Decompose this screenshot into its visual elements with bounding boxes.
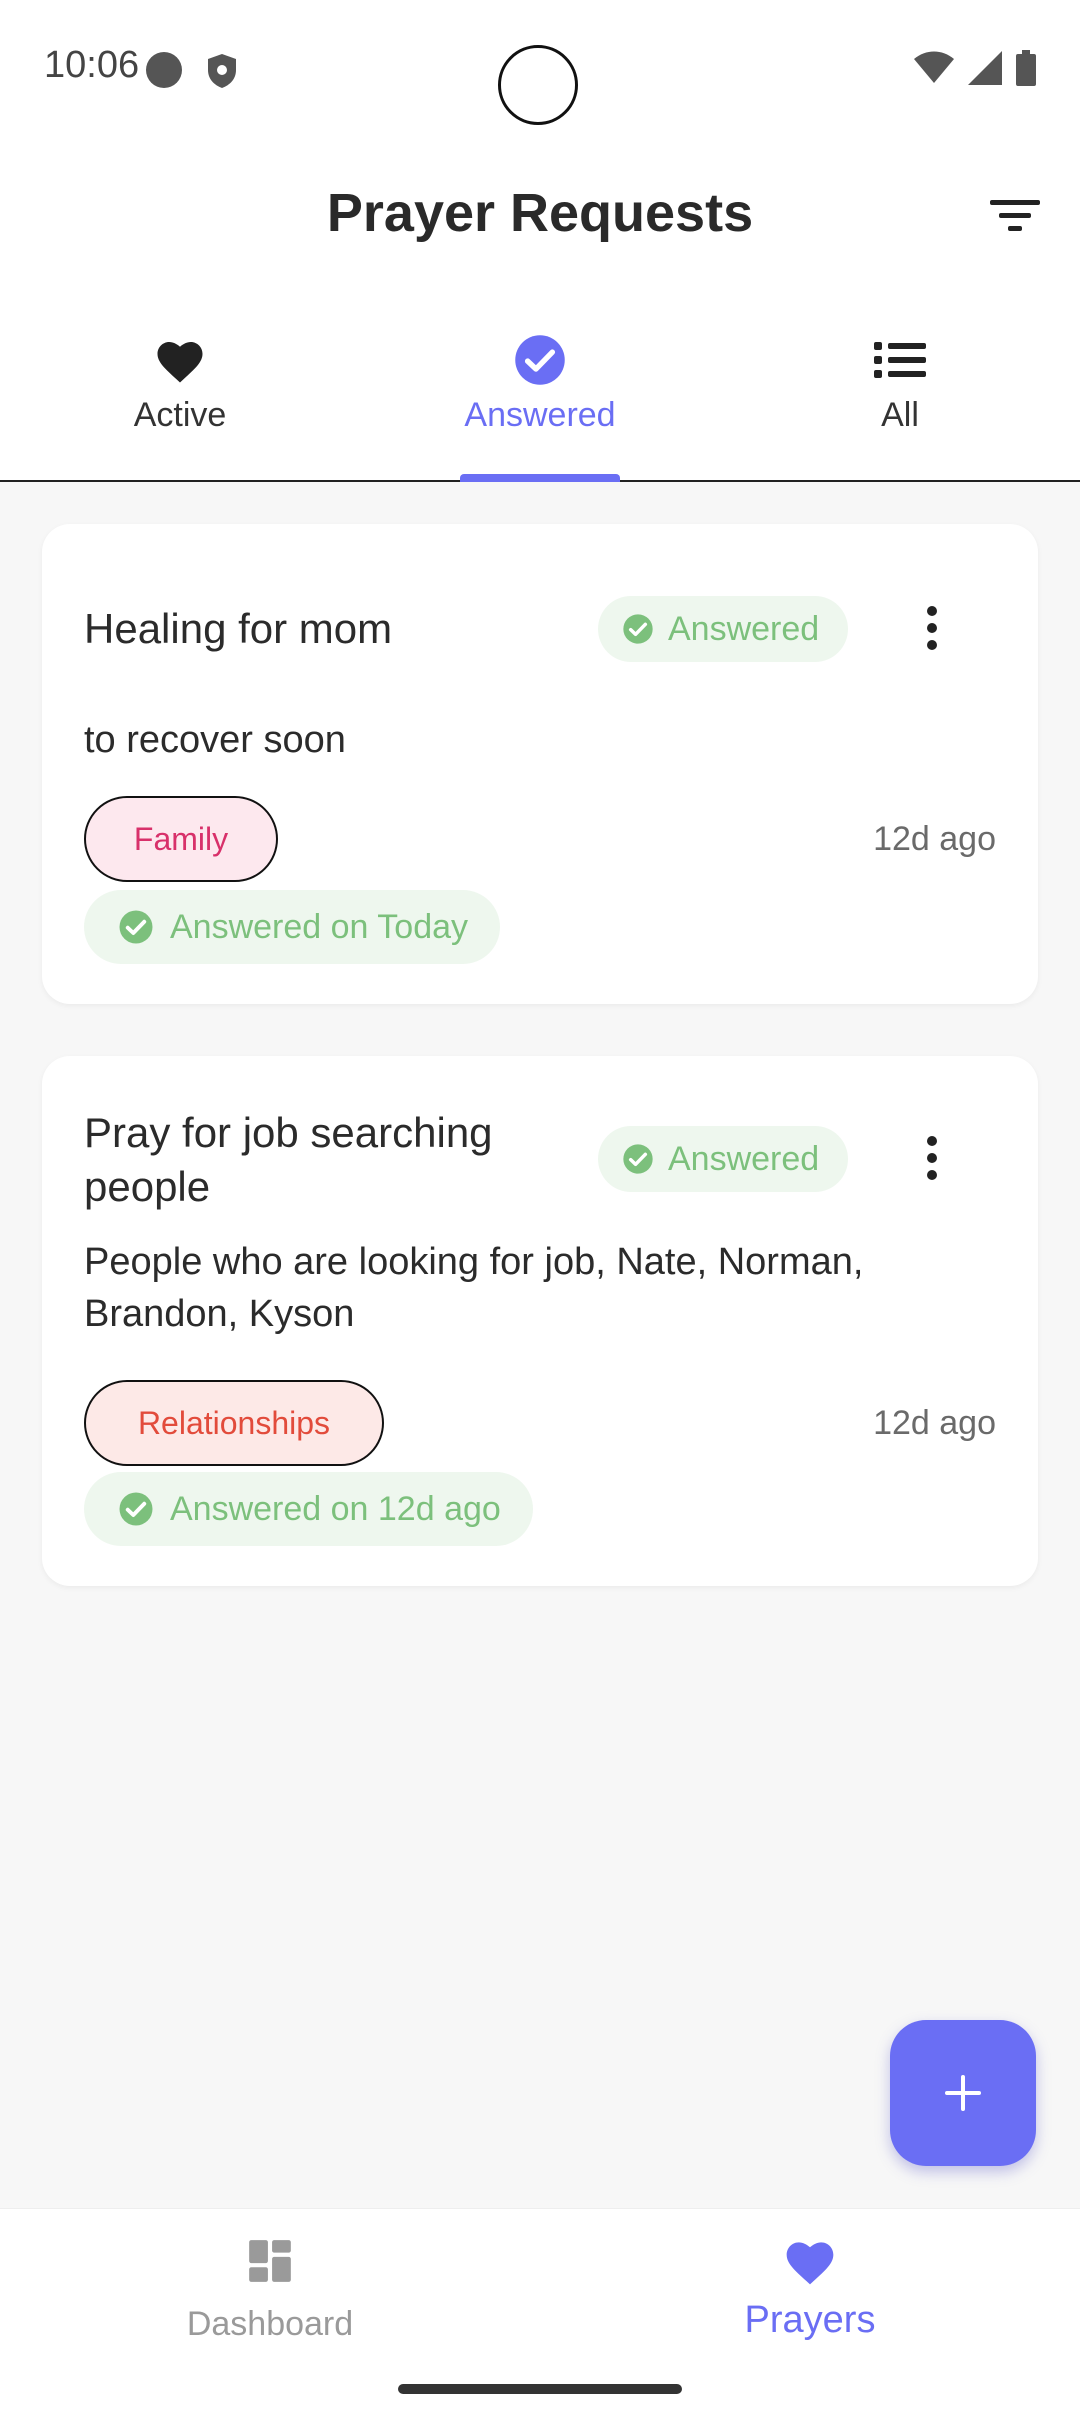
status-badge-label: Answered [668,1139,820,1178]
answered-on-badge: Answered on Today [84,890,501,964]
more-vert-icon [927,606,937,616]
status-badge: Answered [598,1126,848,1192]
nav-dashboard[interactable]: Dashboard [0,2209,540,2359]
heart-icon [786,2242,834,2285]
page-title: Prayer Requests [326,183,754,243]
tab-active[interactable]: Active [0,320,360,480]
status-badge-label: Answered [668,609,820,648]
shield-icon [205,52,239,95]
nav-prayers-label: Prayers [744,2299,876,2341]
filter-button[interactable] [980,186,1050,246]
filter-icon [990,200,1040,231]
wifi-icon [914,51,954,90]
time-ago: 12d ago [873,1404,996,1442]
time-ago: 12d ago [873,820,996,858]
camera-cutout [498,45,578,125]
battery-icon [1016,50,1036,91]
app-header: Prayer Requests [0,160,1080,270]
category-chip[interactable]: Family [84,796,278,882]
tab-indicator [460,474,620,482]
plus-icon [945,2075,981,2111]
signal-icon [968,51,1002,90]
check-circle-icon [623,1144,653,1174]
home-indicator[interactable] [398,2384,682,2394]
check-circle-icon [515,335,565,385]
prayer-description: to recover soon [84,719,346,761]
prayer-description: People who are looking for job, Nate, No… [84,1241,864,1335]
prayer-title: Healing for mom [84,605,393,652]
prayer-card[interactable]: Pray for job searching people Answered P… [42,1056,1038,1586]
nav-dashboard-label: Dashboard [186,2305,354,2343]
list-icon [874,342,926,378]
status-badge: Answered [598,596,848,662]
dashboard-icon [249,2240,291,2282]
tab-active-label: Active [133,396,227,434]
answered-on-badge: Answered on 12d ago [84,1472,533,1546]
tab-answered-label: Answered [464,396,616,434]
answered-on-label: Answered on Today [170,907,469,946]
status-bar: 10:06 [0,0,1080,140]
check-circle-icon [623,614,653,644]
heart-icon [157,342,203,383]
nav-prayers[interactable]: Prayers [540,2209,1080,2359]
check-circle-icon [119,1492,153,1526]
status-time: 10:06 [44,44,140,86]
prayer-list: Healing for mom Answered to recover soon… [0,482,1080,2208]
prayer-card[interactable]: Healing for mom Answered to recover soon… [42,524,1038,1004]
answered-on-label: Answered on 12d ago [170,1489,501,1528]
more-options-button[interactable] [902,588,962,668]
add-prayer-button[interactable] [890,2020,1036,2166]
category-chip[interactable]: Relationships [84,1380,384,1466]
tab-answered[interactable]: Answered [360,320,720,480]
tab-all[interactable]: All [720,320,1080,480]
prayer-title: Pray for job searching people [84,1109,493,1210]
more-options-button[interactable] [902,1118,962,1198]
tab-bar: Active Answered All [0,320,1080,482]
more-vert-icon [927,1136,937,1146]
circle-notification-icon [146,52,182,88]
check-circle-icon [119,910,153,944]
tab-all-label: All [881,396,919,434]
